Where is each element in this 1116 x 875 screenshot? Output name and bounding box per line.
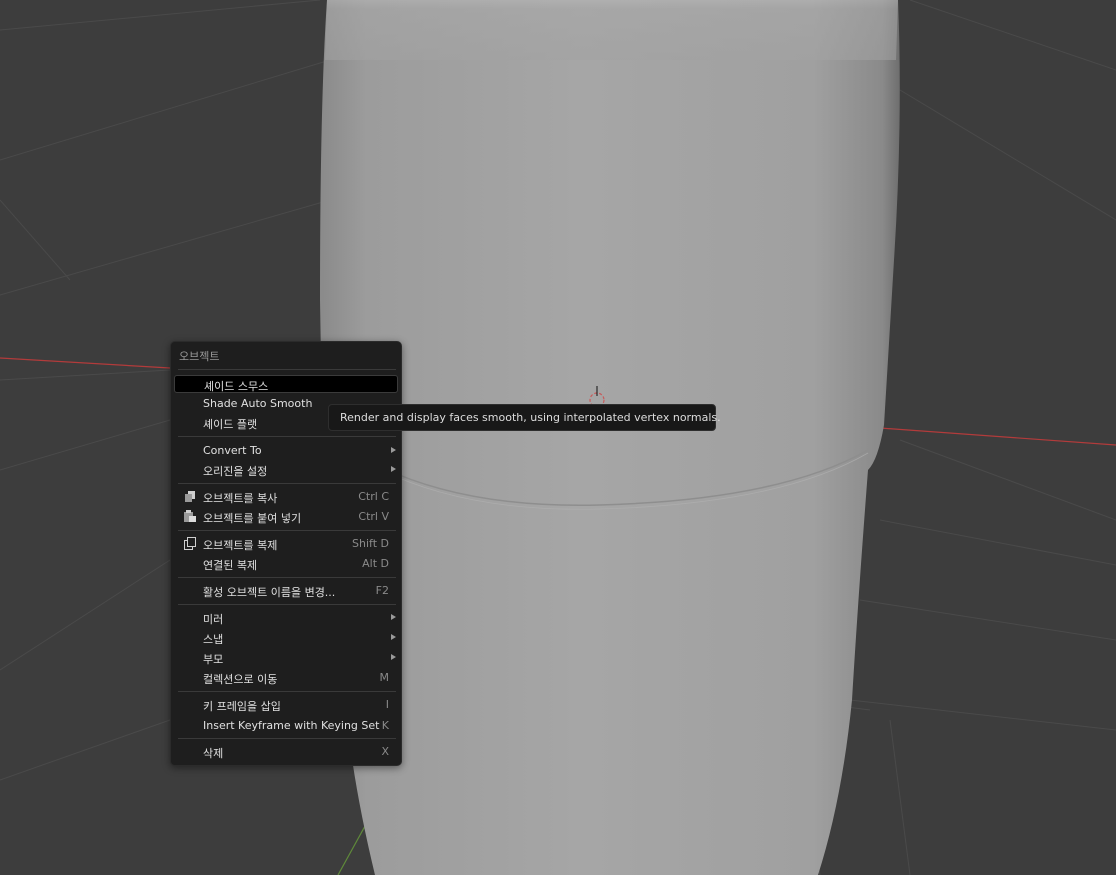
menu-item-shortcut: X xyxy=(381,745,389,758)
menu-item-duplicate-linked[interactable]: 연결된 복제 Alt D xyxy=(174,555,398,573)
menu-item-convert-to[interactable]: Convert To xyxy=(174,442,398,460)
menu-item-duplicate-objects[interactable]: 오브젝트를 복제 Shift D xyxy=(174,535,398,553)
3d-viewport[interactable] xyxy=(0,0,1116,875)
submenu-arrow-icon xyxy=(391,447,396,453)
submenu-arrow-icon xyxy=(391,466,396,472)
menu-item-label: 셰이드 스무스 xyxy=(204,380,269,393)
menu-title: 오브젝트 xyxy=(179,350,220,363)
submenu-arrow-icon xyxy=(391,654,396,660)
menu-separator xyxy=(178,369,396,370)
copy-icon xyxy=(183,490,197,503)
menu-item-shortcut: I xyxy=(385,698,389,711)
submenu-arrow-icon xyxy=(391,634,396,640)
menu-item-label: 부모 xyxy=(203,653,224,666)
menu-item-label: Shade Auto Smooth xyxy=(203,397,313,410)
menu-item-label: 셰이드 플랫 xyxy=(203,418,258,431)
menu-item-label: 오브젝트를 붙여 넣기 xyxy=(203,512,302,525)
x-axis-line xyxy=(0,357,171,369)
menu-separator xyxy=(178,691,396,692)
menu-item-label: 활성 오브젝트 이름을 변경... xyxy=(203,586,336,599)
menu-item-shortcut: F2 xyxy=(375,584,389,597)
menu-separator xyxy=(178,577,396,578)
menu-separator xyxy=(178,436,396,437)
menu-item-parent[interactable]: 부모 xyxy=(174,649,398,667)
paste-icon xyxy=(183,510,197,523)
menu-item-label: 연결된 복제 xyxy=(203,559,258,572)
menu-item-label: Insert Keyframe with Keying Set xyxy=(203,719,380,732)
menu-item-label: Convert To xyxy=(203,444,262,457)
tooltip: Render and display faces smooth, using i… xyxy=(328,404,721,431)
menu-item-shortcut: K xyxy=(381,719,389,732)
menu-item-shortcut: Shift D xyxy=(352,537,389,550)
menu-item-mirror[interactable]: 미러 xyxy=(174,609,398,627)
menu-item-set-origin[interactable]: 오리진을 설정 xyxy=(174,461,398,479)
capsule-object[interactable] xyxy=(320,0,900,875)
menu-item-label: 스냅 xyxy=(203,633,224,646)
menu-item-copy-objects[interactable]: 오브젝트를 복사 Ctrl C xyxy=(174,488,398,506)
submenu-arrow-icon xyxy=(391,614,396,620)
menu-item-rename-active[interactable]: 활성 오브젝트 이름을 변경... F2 xyxy=(174,582,398,600)
menu-separator xyxy=(178,604,396,605)
menu-item-shortcut: Ctrl V xyxy=(358,510,389,523)
menu-item-snap[interactable]: 스냅 xyxy=(174,629,398,647)
menu-item-label: 미러 xyxy=(203,613,224,626)
x-axis-line-right xyxy=(879,427,1116,446)
menu-separator xyxy=(178,530,396,531)
menu-item-insert-keyframe[interactable]: 키 프레임을 삽입 I xyxy=(174,696,398,714)
menu-item-label: 삭제 xyxy=(203,747,224,760)
viewport-canvas xyxy=(0,0,1116,875)
menu-separator xyxy=(178,483,396,484)
duplicate-icon xyxy=(183,537,197,550)
menu-item-label: 오리진을 설정 xyxy=(203,465,268,478)
menu-item-shortcut: Ctrl C xyxy=(358,490,389,503)
menu-item-label: 키 프레임을 삽입 xyxy=(203,700,281,713)
menu-item-label: 오브젝트를 복사 xyxy=(203,492,278,505)
menu-item-insert-keyframe-keying-set[interactable]: Insert Keyframe with Keying Set K xyxy=(174,717,398,735)
menu-item-paste-objects[interactable]: 오브젝트를 붙여 넣기 Ctrl V xyxy=(174,508,398,526)
menu-item-move-to-collection[interactable]: 컬렉션으로 이동 M xyxy=(174,669,398,687)
menu-item-label: 컬렉션으로 이동 xyxy=(203,673,278,686)
menu-item-label: 오브젝트를 복제 xyxy=(203,539,278,552)
tooltip-text: Render and display faces smooth, using i… xyxy=(340,411,721,424)
menu-item-shortcut: M xyxy=(379,671,390,684)
menu-item-shade-smooth[interactable]: 셰이드 스무스 xyxy=(174,375,398,393)
menu-item-shortcut: Alt D xyxy=(362,557,389,570)
menu-item-delete[interactable]: 삭제 X xyxy=(174,743,398,761)
menu-separator xyxy=(178,738,396,739)
